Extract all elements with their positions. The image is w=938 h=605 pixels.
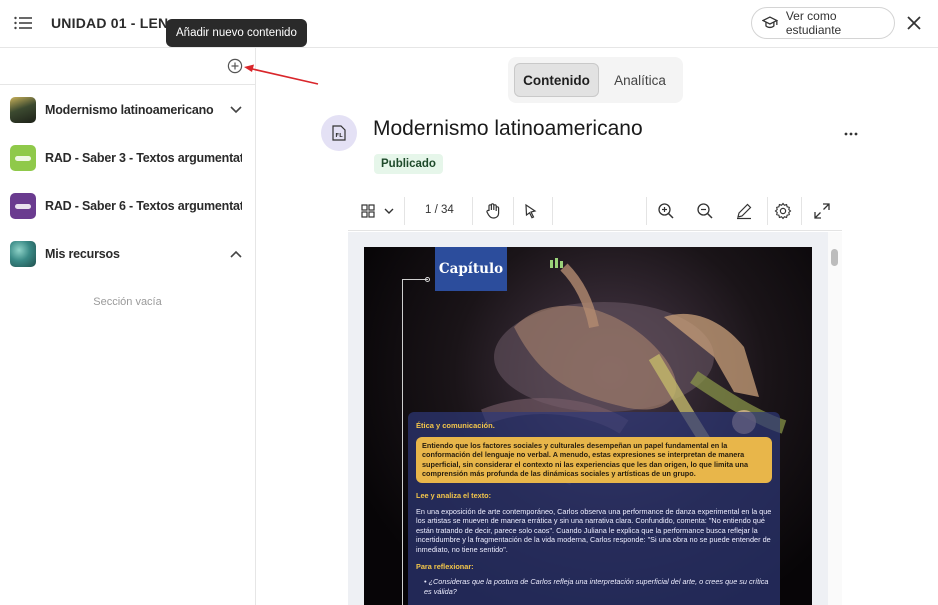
toolbar-divider — [513, 197, 514, 225]
reflect-heading: Para reflexionar: — [416, 561, 474, 571]
read-heading: Lee y analiza el texto: — [416, 490, 492, 500]
publisher-logo-icon — [550, 258, 563, 268]
page-area[interactable]: Capítulo Ética y comunicación. Entiendo … — [348, 232, 842, 605]
sidebar-item-label: RAD - Saber 3 - Textos argumentativos — [45, 151, 242, 165]
grid-icon[interactable] — [356, 199, 380, 223]
sidebar-item-mis-recursos[interactable]: Mis recursos — [0, 230, 255, 278]
expand-icon[interactable] — [810, 199, 834, 223]
pointer-icon[interactable] — [519, 199, 543, 223]
sidebar-item-label: Modernismo latinoamericano — [45, 103, 214, 117]
zoom-in-icon[interactable] — [654, 199, 678, 223]
view-tabs: Contenido Analítica — [508, 57, 683, 103]
sidebar-item-label: RAD - Saber 6 - Textos argumentativos — [45, 199, 242, 213]
empty-section-text: Sección vacía — [93, 296, 162, 308]
top-bar: UNIDAD 01 - LENGUA Ver como estudiante — [0, 0, 938, 48]
chapter-label: Capítulo — [435, 247, 507, 291]
decorative-dot — [425, 277, 430, 282]
chevron-up-icon[interactable] — [229, 248, 243, 260]
sidebar: Modernismo latinoamericano RAD - Saber 3… — [0, 48, 256, 605]
page-indicator: 1 / 34 — [425, 204, 454, 216]
unit-title: UNIDAD 01 - LENGUA — [51, 15, 171, 31]
status-badge: Publicado — [374, 154, 443, 174]
reflect-bullet: • ¿Consideras que la postura de Carlos r… — [424, 577, 769, 596]
close-icon[interactable] — [905, 14, 923, 32]
toolbar-divider — [767, 197, 768, 225]
document-title: Modernismo latinoamericano — [373, 117, 643, 140]
document-file-icon: FL — [321, 115, 357, 151]
modernismo-thumbnail — [10, 97, 36, 123]
list-menu-icon[interactable] — [14, 16, 32, 30]
decorative-line — [402, 279, 403, 605]
sidebar-item-label: Mis recursos — [45, 247, 120, 261]
scrollbar-track[interactable] — [828, 232, 842, 605]
annotation-arrow-icon — [244, 64, 319, 85]
chevron-down-icon[interactable] — [229, 104, 243, 116]
sidebar-item-modernismo[interactable]: Modernismo latinoamericano — [0, 86, 255, 134]
highlight-text: Entiendo que los factores sociales y cul… — [416, 436, 772, 483]
ethics-info-box: Ética y comunicación. Entiendo que los f… — [408, 412, 780, 605]
viewer-toolbar: 1 / 34 — [348, 191, 842, 231]
toolbar-divider — [801, 197, 802, 225]
toolbar-divider — [404, 197, 405, 225]
toolbar-divider — [552, 197, 553, 225]
sidebar-item-rad-saber-3[interactable]: RAD - Saber 3 - Textos argumentativos — [0, 134, 255, 182]
scrollbar-thumb[interactable] — [831, 249, 838, 266]
tab-contenido[interactable]: Contenido — [514, 63, 599, 97]
gear-icon[interactable] — [771, 199, 795, 223]
toolbar-divider — [472, 197, 473, 225]
more-options-icon[interactable] — [843, 124, 859, 142]
pen-icon[interactable] — [732, 199, 756, 223]
toolbar-divider — [646, 197, 647, 225]
hand-icon[interactable] — [481, 199, 505, 223]
mis-recursos-thumbnail — [10, 241, 36, 267]
graduation-cap-icon — [762, 16, 778, 29]
tab-analitica[interactable]: Analítica — [603, 63, 677, 97]
svg-text:FL: FL — [335, 133, 343, 139]
view-as-student-button[interactable]: Ver como estudiante — [751, 7, 895, 39]
zoom-out-icon[interactable] — [693, 199, 717, 223]
saber-3-thumbnail — [10, 145, 36, 171]
box-title: Ética y comunicación. — [416, 421, 495, 430]
chevron-down-icon[interactable] — [382, 199, 396, 223]
sidebar-header — [0, 48, 255, 85]
view-as-student-label: Ver como estudiante — [785, 9, 842, 37]
pdf-viewer: 1 / 34 Capítulo Ética y comunicación. En… — [348, 191, 842, 605]
document-page: Capítulo Ética y comunicación. Entiendo … — [364, 247, 812, 605]
read-body: En una exposición de arte contemporáneo,… — [416, 506, 772, 554]
add-content-tooltip: Añadir nuevo contenido — [166, 19, 307, 47]
sidebar-item-rad-saber-6[interactable]: RAD - Saber 6 - Textos argumentativos — [0, 182, 255, 230]
saber-6-thumbnail — [10, 193, 36, 219]
